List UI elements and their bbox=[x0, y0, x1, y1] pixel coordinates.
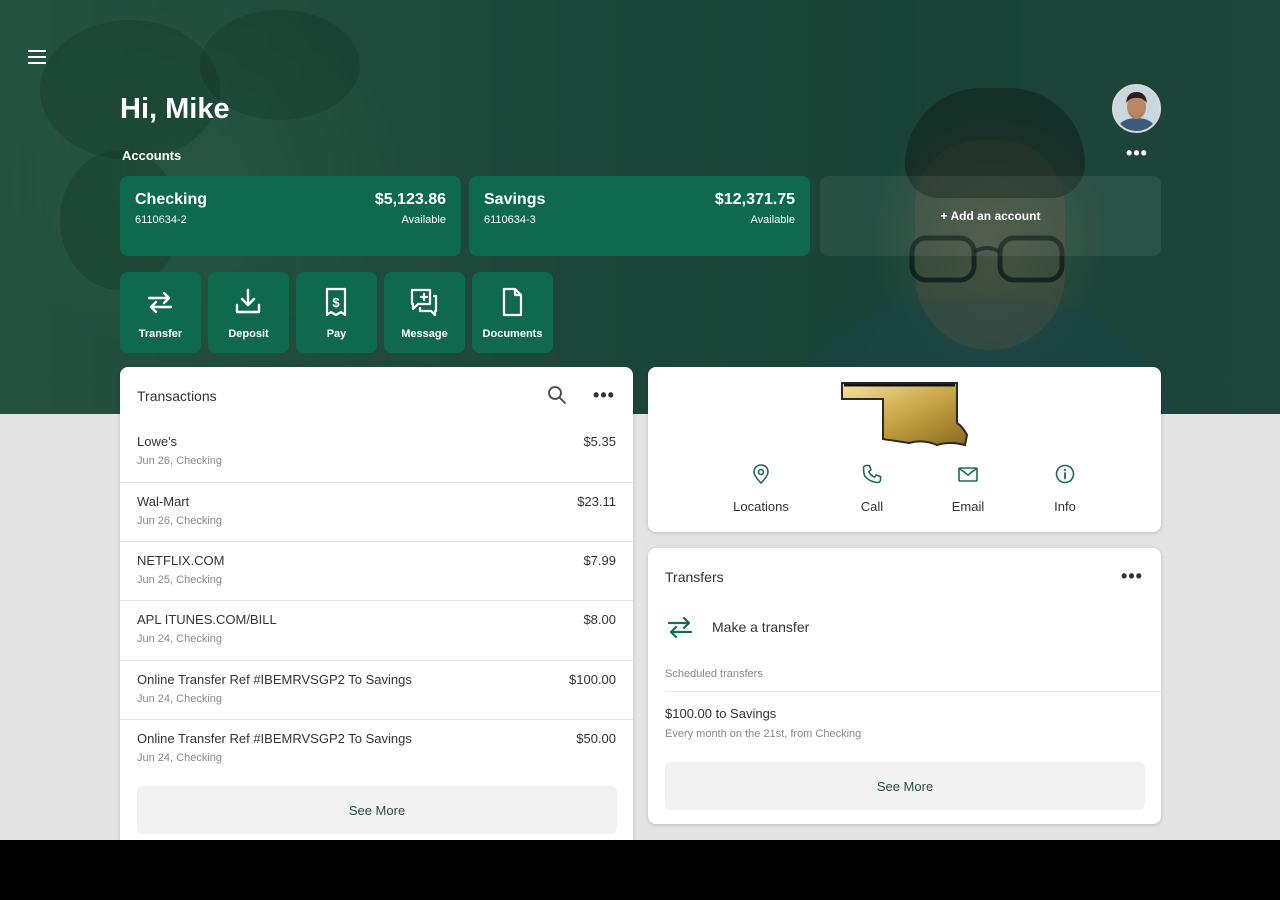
svg-text:$: $ bbox=[332, 295, 340, 310]
deposit-icon bbox=[235, 288, 261, 314]
transaction-meta: Jun 24, Checking bbox=[137, 633, 222, 645]
transaction-description: Online Transfer Ref #IBEMRVSGP2 To Savin… bbox=[137, 672, 412, 687]
transaction-amount: $5.35 bbox=[583, 434, 616, 449]
transaction-amount: $7.99 bbox=[583, 553, 616, 568]
table-row[interactable]: APL ITUNES.COM/BILL Jun 24, Checking $8.… bbox=[120, 600, 633, 659]
make-transfer-button[interactable]: Make a transfer bbox=[665, 608, 1145, 648]
transfer-label: Transfer bbox=[138, 328, 183, 340]
transaction-description: Wal-Mart bbox=[137, 494, 190, 509]
transaction-amount: $23.11 bbox=[577, 494, 616, 509]
transaction-meta: Jun 24, Checking bbox=[137, 693, 222, 705]
pay-button[interactable]: $ Pay bbox=[296, 272, 377, 353]
transactions-more-icon[interactable]: ••• bbox=[592, 383, 616, 407]
email-button[interactable]: Email bbox=[928, 463, 1008, 514]
hamburger-menu-icon[interactable] bbox=[26, 46, 48, 68]
table-row[interactable]: Online Transfer Ref #IBEMRVSGP2 To Savin… bbox=[120, 660, 633, 719]
transaction-description: Lowe's bbox=[137, 434, 178, 449]
transaction-meta: Jun 26, Checking bbox=[137, 455, 222, 467]
table-row[interactable]: Online Transfer Ref #IBEMRVSGP2 To Savin… bbox=[120, 719, 633, 778]
info-icon bbox=[1055, 464, 1075, 484]
table-row[interactable]: Lowe's Jun 26, Checking $5.35 bbox=[120, 423, 633, 482]
email-label: Email bbox=[951, 499, 985, 514]
transactions-see-more-button[interactable]: See More bbox=[137, 786, 617, 834]
greeting-title: Hi, Mike bbox=[120, 93, 230, 125]
message-icon bbox=[410, 288, 438, 317]
avatar[interactable] bbox=[1112, 84, 1161, 133]
deposit-label: Deposit bbox=[228, 328, 269, 340]
account-card-checking[interactable]: Checking 6110634-2 $5,123.86 Available bbox=[120, 176, 461, 256]
location-pin-icon bbox=[753, 464, 769, 485]
accounts-heading: Accounts bbox=[122, 148, 182, 163]
pay-label: Pay bbox=[326, 328, 347, 340]
transfer-icon bbox=[667, 616, 693, 639]
deposit-button[interactable]: Deposit bbox=[208, 272, 289, 353]
call-label: Call bbox=[860, 499, 884, 514]
account-name: Savings bbox=[484, 191, 546, 208]
user-profile-photo bbox=[1114, 86, 1159, 131]
scheduled-transfer-title[interactable]: $100.00 to Savings bbox=[665, 706, 776, 721]
info-label: Info bbox=[1054, 499, 1076, 514]
transaction-amount: $50.00 bbox=[576, 731, 616, 746]
profile-more-icon[interactable]: ••• bbox=[1124, 144, 1150, 162]
transaction-meta: Jun 24, Checking bbox=[137, 752, 222, 764]
info-button[interactable]: Info bbox=[1025, 463, 1105, 514]
transfer-button[interactable]: Transfer bbox=[120, 272, 201, 353]
scheduled-transfer-detail: Every month on the 21st, from Checking bbox=[665, 728, 862, 740]
account-balance-label: Available bbox=[401, 214, 446, 226]
documents-button[interactable]: Documents bbox=[472, 272, 553, 353]
transfers-card: Transfers ••• Make a transfer Scheduled … bbox=[648, 548, 1161, 824]
transaction-meta: Jun 26, Checking bbox=[137, 515, 222, 527]
table-row[interactable]: NETFLIX.COM Jun 25, Checking $7.99 bbox=[120, 541, 633, 600]
account-name: Checking bbox=[135, 191, 208, 208]
make-transfer-label: Make a transfer bbox=[712, 619, 810, 635]
transactions-card: Transactions ••• Lowe's Jun 26, Checking… bbox=[120, 367, 633, 847]
envelope-icon bbox=[958, 467, 978, 482]
account-card-savings[interactable]: Savings 6110634-3 $12,371.75 Available bbox=[469, 176, 810, 256]
bank-info-card: Locations Call Email Info bbox=[648, 367, 1161, 532]
account-balance: $12,371.75 bbox=[714, 191, 795, 208]
transactions-title: Transactions bbox=[137, 388, 217, 404]
account-balance: $5,123.86 bbox=[374, 191, 446, 208]
transfer-icon bbox=[147, 291, 173, 314]
account-number: 6110634-2 bbox=[135, 214, 187, 226]
phone-icon bbox=[862, 464, 882, 484]
add-account-button[interactable]: + Add an account bbox=[820, 176, 1161, 256]
transfers-more-icon[interactable]: ••• bbox=[1120, 564, 1144, 588]
transaction-amount: $8.00 bbox=[583, 612, 616, 627]
transaction-meta: Jun 25, Checking bbox=[137, 574, 222, 586]
documents-label: Documents bbox=[482, 328, 543, 340]
locations-button[interactable]: Locations bbox=[721, 463, 801, 514]
search-icon[interactable] bbox=[545, 383, 569, 407]
transaction-amount: $100.00 bbox=[569, 672, 616, 687]
scheduled-transfers-heading: Scheduled transfers bbox=[665, 668, 763, 680]
documents-icon bbox=[502, 287, 523, 317]
transaction-description: NETFLIX.COM bbox=[137, 553, 225, 568]
transfers-title: Transfers bbox=[665, 569, 724, 585]
transaction-description: APL ITUNES.COM/BILL bbox=[137, 612, 277, 627]
pay-icon: $ bbox=[325, 287, 347, 317]
divider bbox=[665, 691, 1161, 692]
system-navigation-bar bbox=[0, 840, 1280, 900]
locations-label: Locations bbox=[733, 499, 789, 514]
bank-logo bbox=[841, 382, 969, 447]
message-button[interactable]: Message bbox=[384, 272, 465, 353]
transaction-description: Online Transfer Ref #IBEMRVSGP2 To Savin… bbox=[137, 731, 412, 746]
transfers-see-more-button[interactable]: See More bbox=[665, 762, 1145, 810]
account-number: 6110634-3 bbox=[484, 214, 536, 226]
table-row[interactable]: Wal-Mart Jun 26, Checking $23.11 bbox=[120, 482, 633, 541]
call-button[interactable]: Call bbox=[832, 463, 912, 514]
account-balance-label: Available bbox=[750, 214, 795, 226]
message-label: Message bbox=[401, 328, 448, 340]
